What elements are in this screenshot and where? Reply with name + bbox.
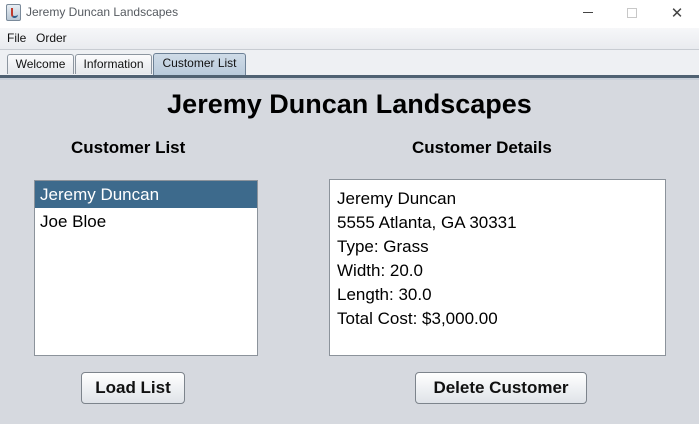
title-bar: Jeremy Duncan Landscapes ✕ [0, 0, 699, 28]
page-title: Jeremy Duncan Landscapes [167, 89, 532, 119]
tab-customer-list[interactable]: Customer List [153, 53, 246, 76]
detail-address: 5555 Atlanta, GA 30331 [337, 213, 517, 232]
detail-total-cost: Total Cost: $3,000.00 [337, 309, 498, 328]
list-item-jeremy-duncan[interactable]: Jeremy Duncan [35, 181, 257, 208]
window-title: Jeremy Duncan Landscapes [26, 5, 179, 19]
minimize-button[interactable] [565, 0, 611, 28]
tab-welcome[interactable]: Welcome [7, 54, 74, 74]
detail-name: Jeremy Duncan [337, 189, 457, 208]
load-list-button[interactable]: Load List [81, 372, 185, 404]
tab-information[interactable]: Information [75, 54, 152, 74]
close-button[interactable]: ✕ [654, 0, 699, 28]
detail-width: Width: 20.0 [337, 261, 423, 280]
tab-strip: Welcome Information Customer List [0, 50, 699, 78]
detail-type: Type: Grass [337, 237, 429, 256]
detail-length: Length: 30.0 [337, 285, 432, 304]
menu-file[interactable]: File [7, 31, 26, 45]
customer-list[interactable]: Jeremy Duncan Joe Bloe [34, 180, 258, 356]
maximize-icon [627, 7, 637, 18]
customer-details-heading: Customer Details [412, 138, 552, 157]
customer-details-text[interactable]: Jeremy Duncan 5555 Atlanta, GA 30331 Typ… [329, 179, 666, 356]
tab-divider-highlight [0, 78, 699, 80]
java-app-icon [6, 4, 21, 21]
menu-bar: File Order [0, 28, 699, 50]
close-icon: ✕ [670, 4, 684, 22]
list-item-joe-bloe[interactable]: Joe Bloe [35, 208, 257, 235]
menu-order[interactable]: Order [36, 31, 67, 45]
minimize-icon [583, 12, 593, 13]
maximize-button[interactable] [609, 0, 655, 28]
delete-customer-button[interactable]: Delete Customer [415, 372, 587, 404]
customer-list-heading: Customer List [71, 138, 186, 157]
